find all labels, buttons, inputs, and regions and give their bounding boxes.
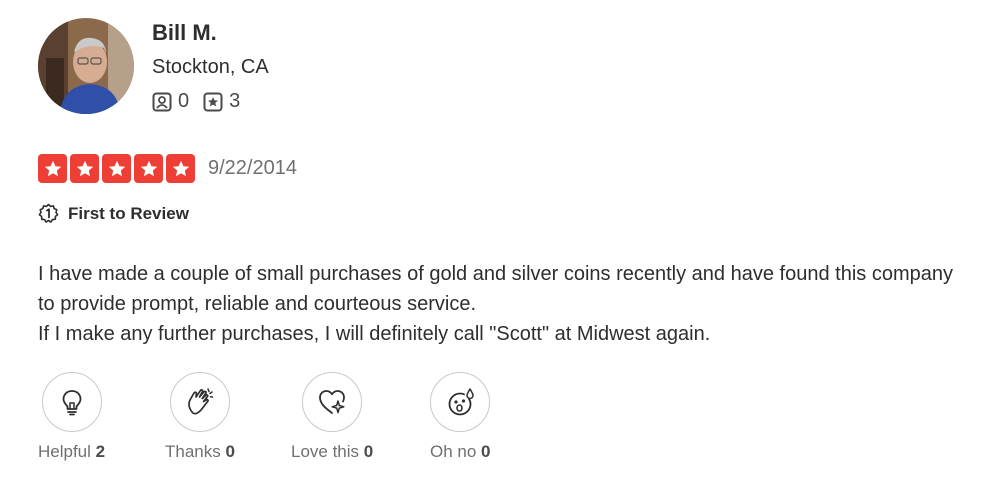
love-this-button[interactable] [302,372,363,432]
review-date: 9/22/2014 [208,157,297,179]
friends-icon [152,92,172,111]
badge-label: First to Review [68,203,189,223]
reviewer-avatar[interactable] [38,18,134,114]
love-this-label: Love this 0 [291,442,373,462]
reviewer-stats: 0 3 [152,90,246,113]
reviews-star-icon [203,92,223,111]
reviewer-name[interactable]: Bill M. [152,20,217,46]
star-rating [38,154,195,183]
rating-star-icon [102,154,131,183]
rating-row: 9/22/2014 [38,154,297,183]
friends-count: 0 [178,90,190,112]
rating-star-icon [38,154,67,183]
first-badge-icon [38,203,59,223]
reviews-count: 3 [229,90,241,112]
thanks-label: Thanks 0 [165,442,235,462]
reaction-label: Love this [291,442,360,461]
oh-no-label: Oh no 0 [430,442,491,462]
heart-sparkle-icon [319,390,346,414]
clapping-hands-icon [188,388,214,415]
helpful-button[interactable] [41,372,102,432]
reviews-stat: 3 [203,90,240,113]
avatar-photo [38,18,134,114]
shocked-face-icon [448,388,474,416]
reaction-count: 2 [95,442,106,461]
reaction-label: Thanks [165,442,221,461]
review-paragraph: If I make any further purchases, I will … [38,323,711,345]
reaction-label: Oh no [430,442,477,461]
thanks-reaction[interactable]: Thanks 0 [165,372,235,462]
helpful-reaction[interactable]: Helpful 2 [38,372,105,462]
review-paragraph: I have made a couple of small purchases … [38,263,953,315]
reviewer-location: Stockton, CA [152,56,269,78]
reaction-count: 0 [481,442,491,461]
review-text: I have made a couple of small purchases … [38,259,968,349]
oh-no-button[interactable] [430,372,491,432]
reaction-count: 0 [363,442,374,461]
love-this-reaction[interactable]: Love this 0 [291,372,373,462]
reaction-count: 0 [225,442,235,461]
rating-star-icon [134,154,163,183]
friends-stat: 0 [152,90,189,113]
rating-star-icon [166,154,195,183]
first-to-review-badge: First to Review [38,203,189,224]
oh-no-reaction[interactable]: Oh no 0 [430,372,491,462]
reaction-bar: Helpful 2 Thanks 0 Love this 0 Oh no 0 [0,372,991,472]
thanks-button[interactable] [169,372,230,432]
rating-star-icon [70,154,99,183]
helpful-label: Helpful 2 [38,442,105,462]
reaction-label: Helpful [38,442,91,461]
lightbulb-icon [62,390,81,416]
